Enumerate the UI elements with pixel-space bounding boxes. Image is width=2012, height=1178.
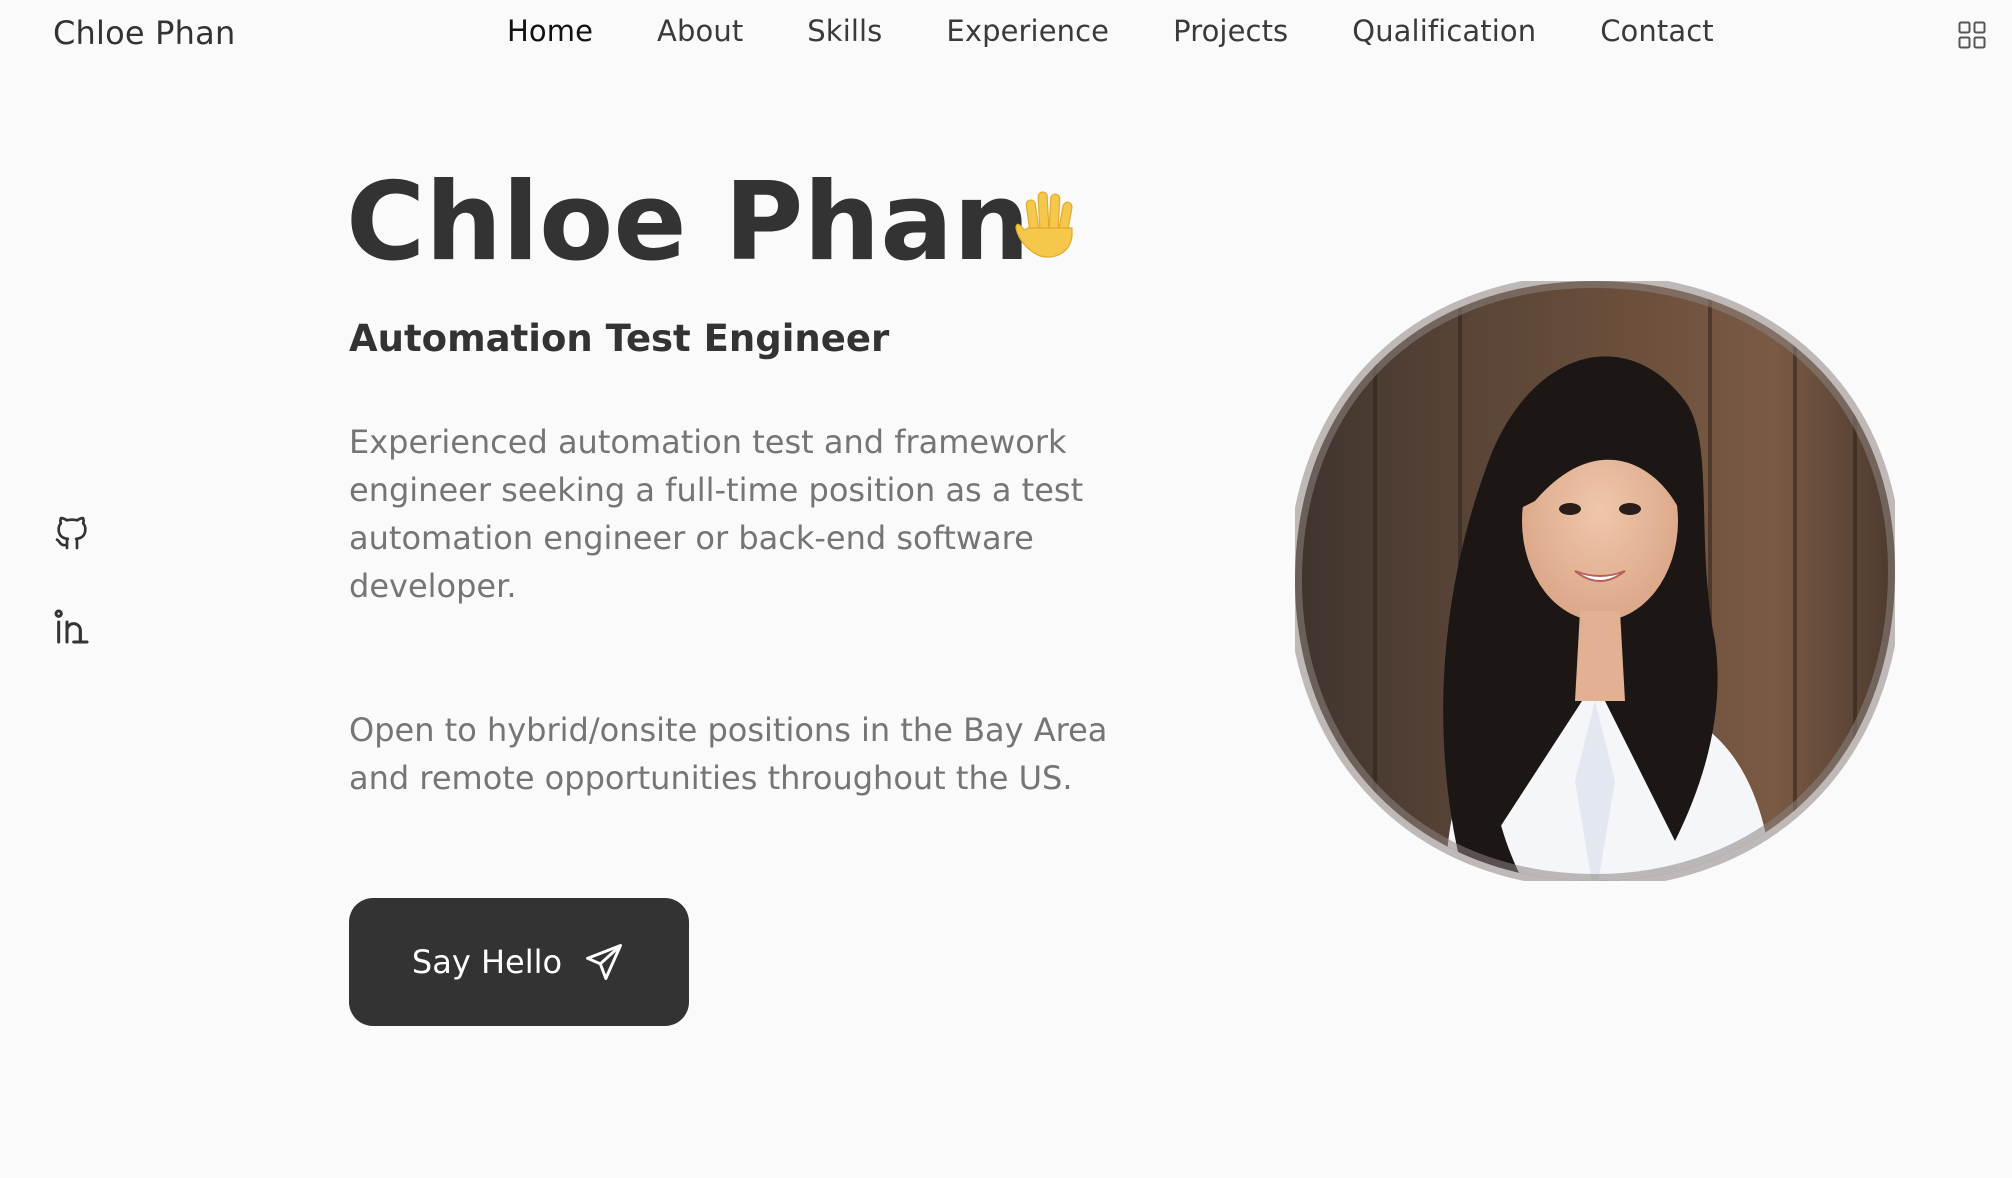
waving-hand-icon xyxy=(1010,186,1088,264)
github-icon[interactable] xyxy=(52,513,92,553)
profile-photo xyxy=(1287,273,1903,889)
nav-skills[interactable]: Skills xyxy=(807,14,882,48)
nav-experience[interactable]: Experience xyxy=(946,14,1109,48)
nav-home[interactable]: Home xyxy=(507,14,593,48)
nav-qualification[interactable]: Qualification xyxy=(1352,14,1536,48)
social-links xyxy=(52,513,92,701)
linkedin-icon[interactable] xyxy=(52,607,92,647)
site-logo[interactable]: Chloe Phan xyxy=(53,14,235,52)
hero-name: Chloe Phan xyxy=(346,160,1031,285)
say-hello-label: Say Hello xyxy=(411,943,563,981)
main-nav: Home About Skills Experience Projects Qu… xyxy=(507,14,1714,48)
send-icon xyxy=(582,940,626,984)
say-hello-button[interactable]: Say Hello xyxy=(349,898,689,1026)
grid-icon[interactable] xyxy=(1958,21,1986,49)
nav-projects[interactable]: Projects xyxy=(1173,14,1288,48)
hero-availability-note: Open to hybrid/onsite positions in the B… xyxy=(349,711,1108,797)
site-header: Chloe Phan Home About Skills Experience … xyxy=(0,0,2012,72)
hero-job-title: Automation Test Engineer xyxy=(349,317,890,360)
hero-description: Experienced automation test and framewor… xyxy=(349,423,1084,605)
nav-about[interactable]: About xyxy=(657,14,743,48)
portfolio-page: Chloe Phan Home About Skills Experience … xyxy=(0,0,2012,1178)
nav-contact[interactable]: Contact xyxy=(1600,14,1714,48)
